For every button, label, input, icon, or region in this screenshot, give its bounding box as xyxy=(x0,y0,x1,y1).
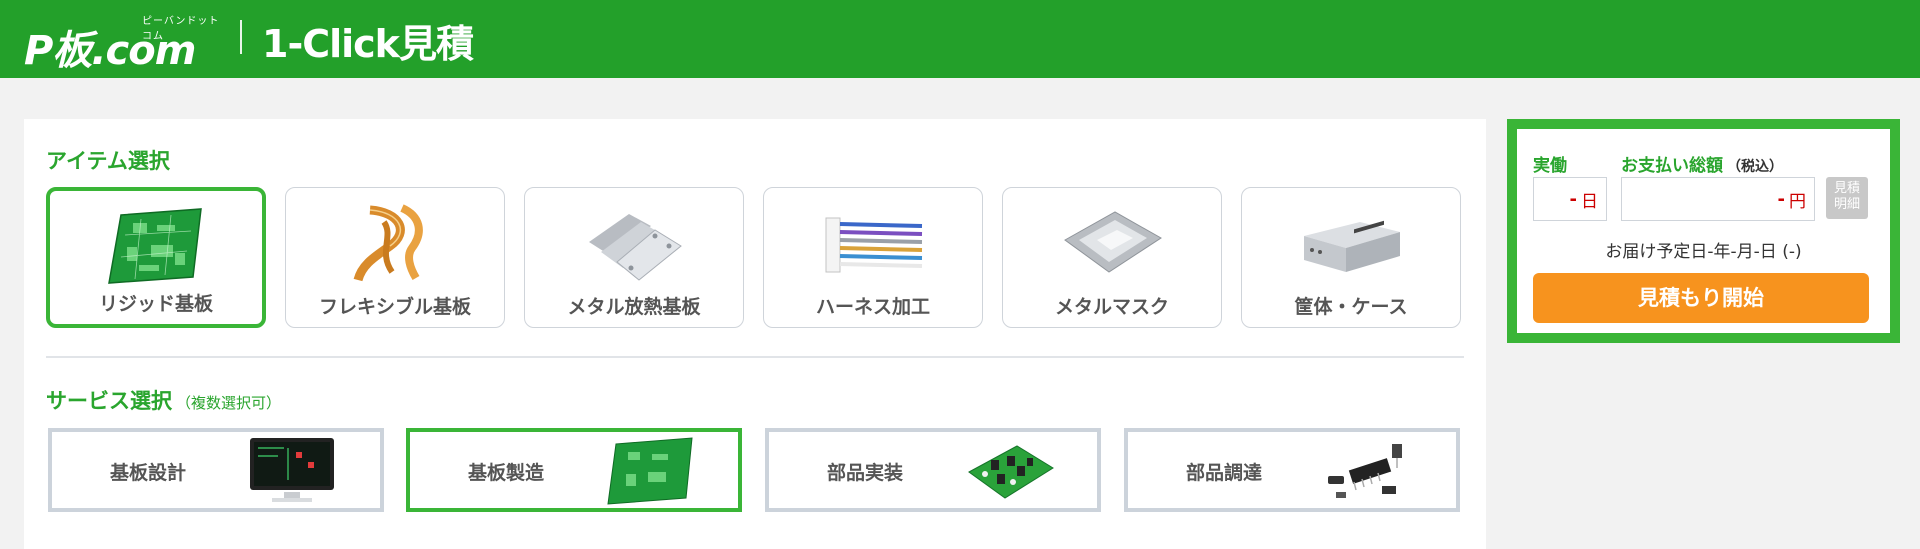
metal-pcb-image xyxy=(589,214,682,281)
item-enclosure[interactable]: 筐体・ケース xyxy=(1241,187,1461,328)
detail-button-line1: 見積 xyxy=(1833,181,1860,196)
service-procurement[interactable]: 部品調達 xyxy=(1124,428,1460,512)
total-label-wrap: お支払い総額 （税込） xyxy=(1621,151,1783,176)
item-label: メタル放熱基板 xyxy=(567,296,701,318)
item-label: リジッド基板 xyxy=(98,293,213,315)
item-label: フレキシブル基板 xyxy=(318,296,471,318)
assembled-pcb-image xyxy=(968,445,1054,499)
service-label: 基板製造 xyxy=(468,462,545,484)
work-days-label: 実働 xyxy=(1533,156,1567,176)
total-amount-field: -円 xyxy=(1621,177,1815,221)
item-harness[interactable]: ハーネス加工 xyxy=(763,187,983,328)
service-section-title-text: サービス選択 xyxy=(46,389,172,413)
tax-note: （税込） xyxy=(1727,159,1783,175)
site-logo[interactable]: ピーバンドットコム P板.com xyxy=(24,14,224,74)
item-list: リジッド基板 フレキシブル基板 メタル放熱基板 ハーネス加工 メタルマスク 筐体… xyxy=(46,187,1464,328)
detail-button-line2: 明細 xyxy=(1833,197,1860,212)
delivery-date-text: お届け予定日-年-月-日 (-) xyxy=(1605,242,1802,262)
work-days-field: -日 xyxy=(1533,177,1607,221)
item-section-title: アイテム選択 xyxy=(46,149,170,173)
item-metal-mask[interactable]: メタルマスク xyxy=(1002,187,1222,328)
service-label: 基板設計 xyxy=(110,462,187,484)
item-rigid-pcb[interactable]: リジッド基板 xyxy=(46,187,266,328)
logo-text: P板.com xyxy=(24,28,196,74)
item-label: 筐体・ケース xyxy=(1294,296,1408,318)
metal-mask-image xyxy=(1064,211,1162,273)
item-label: メタルマスク xyxy=(1054,296,1169,318)
start-quote-button[interactable]: 見積もり開始 xyxy=(1533,273,1869,323)
total-unit: 円 xyxy=(1789,191,1806,212)
total-value: - xyxy=(1777,188,1785,210)
item-metal-pcb[interactable]: メタル放熱基板 xyxy=(524,187,744,328)
service-assembly[interactable]: 部品実装 xyxy=(765,428,1101,512)
service-pcb-manufacturing[interactable]: 基板製造 xyxy=(406,428,742,512)
components-image xyxy=(1328,444,1402,498)
harness-image xyxy=(825,217,923,273)
design-monitor-image xyxy=(250,438,334,502)
header-divider xyxy=(240,20,242,54)
service-label: 部品調達 xyxy=(1186,462,1263,484)
work-days-value: - xyxy=(1569,188,1577,210)
flex-pcb-image xyxy=(353,204,423,282)
enclosure-image xyxy=(1304,220,1400,272)
quote-detail-button[interactable]: 見積 明細 xyxy=(1826,177,1868,219)
total-label: お支払い総額 xyxy=(1621,156,1723,176)
service-pcb-design[interactable]: 基板設計 xyxy=(48,428,384,512)
item-label: ハーネス加工 xyxy=(815,296,930,318)
item-flex-pcb[interactable]: フレキシブル基板 xyxy=(285,187,505,328)
service-section-subtitle: （複数選択可） xyxy=(176,394,282,412)
pcb-board-image xyxy=(607,437,693,505)
work-days-unit: 日 xyxy=(1581,191,1598,212)
section-divider xyxy=(46,356,1464,358)
top-header: ピーバンドットコム P板.com 1-Click見積 xyxy=(0,0,1920,78)
quote-panel: 実働 お支払い総額 （税込） -日 -円 見積 明細 お届け予定日-年-月-日 (… xyxy=(1507,119,1900,343)
service-section-title: サービス選択 （複数選択可） xyxy=(46,385,281,415)
rigid-pcb-image xyxy=(108,208,202,284)
app-title: 1-Click見積 xyxy=(262,22,474,66)
service-label: 部品実装 xyxy=(827,462,904,484)
